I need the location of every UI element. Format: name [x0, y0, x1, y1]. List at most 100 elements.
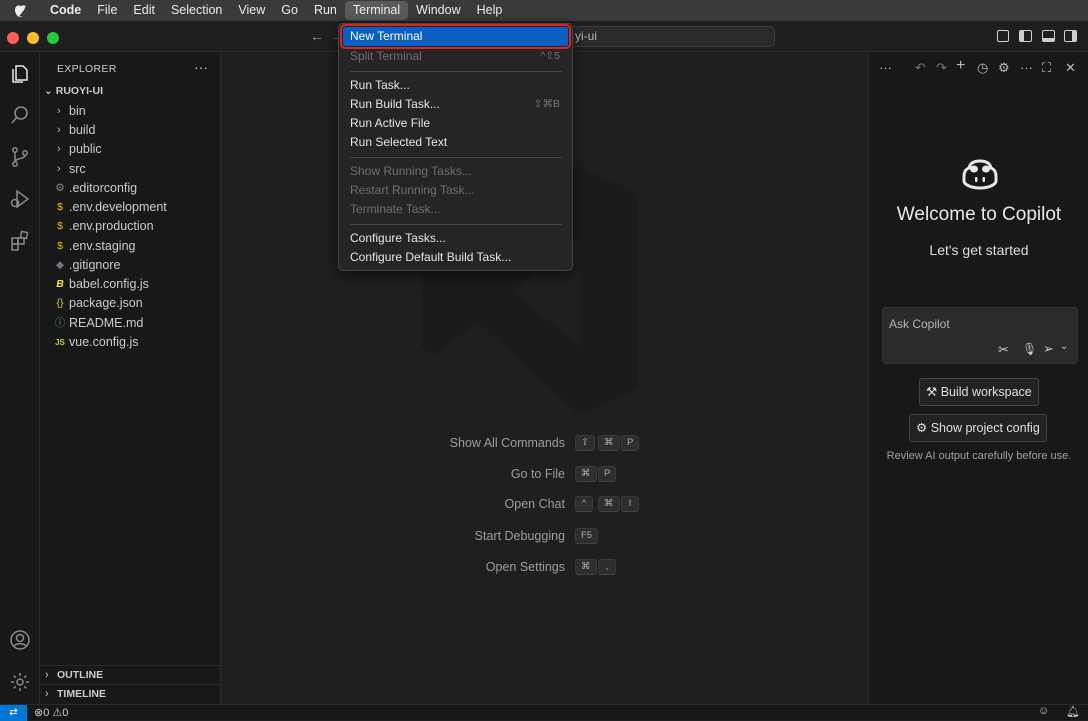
menu-item-show-running-tasks[interactable]: Show Running Tasks...	[343, 162, 568, 181]
review-notice: Review AI output carefully before use.	[886, 450, 1072, 462]
extensions-icon[interactable]	[7, 228, 33, 254]
file-item[interactable]: ◆ .gitignore	[40, 256, 220, 275]
menu-separator	[350, 71, 562, 72]
terminal-menu-dropdown: New Terminal Split Terminal ^⇧5 Run Task.…	[338, 23, 573, 271]
settings-gear-icon[interactable]: ⚙	[998, 60, 1010, 76]
hint-open-chat: Open Chat ^ ⌘ I	[221, 496, 868, 513]
dollar-icon: $	[57, 220, 63, 232]
problems-indicator[interactable]: ⊗0 ⚠0	[34, 706, 68, 719]
menu-item-new-terminal[interactable]: New Terminal	[340, 24, 571, 49]
workspace-root[interactable]: ⌄ RUOYI-UI	[44, 85, 103, 97]
toggle-panel-icon[interactable]	[1042, 30, 1055, 42]
chat-input-placeholder: Ask Copilot	[889, 317, 950, 331]
braces-icon: {}	[56, 297, 64, 309]
close-window-button[interactable]	[7, 32, 19, 44]
hint-go-to-file: Go to File ⌘ P	[221, 466, 868, 483]
file-item[interactable]: ⚙ .editorconfig	[40, 179, 220, 198]
send-icon[interactable]: ➢	[1043, 341, 1054, 357]
file-item[interactable]: {} package.json	[40, 294, 220, 313]
source-control-icon[interactable]	[7, 144, 33, 170]
toggle-secondary-sidebar-icon[interactable]	[1064, 30, 1077, 42]
explorer-icon[interactable]	[7, 61, 33, 87]
history-icon[interactable]: ◷	[977, 60, 988, 76]
menu-go[interactable]: Go	[273, 0, 306, 21]
menu-window[interactable]: Window	[408, 0, 468, 21]
menu-terminal[interactable]: Terminal	[344, 1, 409, 20]
show-project-config-button[interactable]: ⚙ Show project config	[909, 414, 1047, 442]
file-item[interactable]: $ .env.production	[40, 217, 220, 236]
zoom-window-button[interactable]	[47, 32, 59, 44]
warning-icon: ⚠	[52, 707, 63, 719]
more-actions-icon[interactable]: ···	[194, 59, 208, 75]
command-center-search[interactable]: yi-ui	[566, 26, 775, 47]
chevron-right-icon: ›	[57, 124, 61, 136]
menu-help[interactable]: Help	[469, 0, 511, 21]
apple-icon[interactable]	[0, 2, 42, 20]
menu-item-restart-running-task[interactable]: Restart Running Task...	[343, 181, 568, 200]
folder-item[interactable]: › build	[40, 121, 220, 140]
accounts-icon[interactable]	[7, 627, 33, 653]
menu-item-terminate-task[interactable]: Terminate Task...	[343, 200, 568, 219]
undo-icon[interactable]: ↶	[915, 60, 926, 76]
copilot-welcome-title: Welcome to Copilot	[896, 204, 1062, 225]
menu-item-configure-tasks[interactable]: Configure Tasks...	[343, 229, 568, 248]
chevron-down-icon: ⌄	[44, 85, 53, 97]
menu-item-run-active-file[interactable]: Run Active File	[343, 114, 568, 133]
more-actions-icon[interactable]: ···	[879, 60, 892, 75]
manage-gear-icon[interactable]	[7, 669, 33, 695]
folder-item[interactable]: › src	[40, 160, 220, 179]
copilot-status-icon[interactable]: ☺	[1038, 705, 1049, 717]
remote-indicator-icon[interactable]: ⇄	[0, 705, 27, 721]
diamond-icon: ◆	[55, 259, 65, 271]
status-bar: ⇄ ⊗0 ⚠0 ☺ 🔔︎	[0, 704, 1088, 721]
timeline-section[interactable]: › TIMELINE	[40, 684, 220, 703]
redo-icon[interactable]: ↷	[936, 60, 947, 76]
file-item[interactable]: Bbabel.config.js	[40, 275, 220, 294]
file-item[interactable]: $ .env.development	[40, 198, 220, 217]
run-debug-icon[interactable]	[7, 186, 33, 212]
menu-item-run-task[interactable]: Run Task...	[343, 76, 568, 95]
file-item[interactable]: $ .env.staging	[40, 237, 220, 256]
toggle-sidebar-icon[interactable]	[1019, 30, 1032, 42]
copilot-chat-panel: ··· ↶ ↷ + ◷ ⚙ ··· ⛶ ✕ Welcome to Copilot…	[868, 52, 1088, 704]
chevron-right-icon: ›	[57, 105, 61, 117]
macos-menubar: Code File Edit Selection View Go Run Ter…	[0, 0, 1088, 21]
new-chat-plus-icon[interactable]: +	[956, 57, 965, 75]
folder-item[interactable]: › bin	[40, 102, 220, 121]
menu-file[interactable]: File	[89, 0, 125, 21]
outline-section[interactable]: › OUTLINE	[40, 665, 220, 684]
menu-app-name[interactable]: Code	[42, 0, 89, 21]
chevron-right-icon: ›	[57, 163, 61, 175]
tools-icon[interactable]: ✂	[998, 342, 1009, 358]
back-arrow-icon[interactable]: ←	[310, 28, 324, 44]
chevron-right-icon: ›	[45, 669, 49, 681]
menu-view[interactable]: View	[230, 0, 273, 21]
menu-item-split-terminal[interactable]: Split Terminal ^⇧5	[343, 47, 568, 66]
notifications-bell-icon[interactable]: 🔔︎	[1066, 705, 1080, 718]
chevron-down-icon[interactable]: ⌄	[1060, 341, 1068, 352]
close-icon[interactable]: ✕	[1065, 60, 1076, 76]
hint-start-debugging: Start Debugging F5	[221, 528, 868, 545]
menu-item-configure-default-build-task[interactable]: Configure Default Build Task...	[343, 248, 568, 267]
activity-bar	[0, 52, 40, 704]
search-icon[interactable]	[7, 102, 33, 128]
more-actions-icon[interactable]: ···	[1020, 60, 1033, 75]
menu-item-run-selected-text[interactable]: Run Selected Text	[343, 133, 568, 152]
microphone-icon[interactable]: 🎙︎	[1022, 342, 1037, 356]
maximize-icon[interactable]: ⛶	[1042, 60, 1051, 76]
menu-separator	[350, 224, 562, 225]
explorer-header: EXPLORER	[57, 63, 117, 75]
build-workspace-button[interactable]: ⚒ Build workspace	[919, 378, 1039, 406]
customize-layout-icon[interactable]	[997, 30, 1009, 42]
folder-item[interactable]: › public	[40, 140, 220, 159]
minimize-window-button[interactable]	[27, 32, 39, 44]
file-item[interactable]: ⓘ README.md	[40, 314, 220, 333]
menu-selection[interactable]: Selection	[163, 0, 230, 21]
menu-edit[interactable]: Edit	[125, 0, 163, 21]
file-item[interactable]: JS vue.config.js	[40, 333, 220, 352]
copilot-chat-input[interactable]: Ask Copilot ✂ 🎙︎ ➢ ⌄	[882, 307, 1078, 364]
menu-item-run-build-task[interactable]: Run Build Task... ⇧⌘B	[343, 95, 568, 114]
chevron-right-icon: ›	[57, 143, 61, 155]
gear-icon: ⚙	[916, 421, 928, 435]
menu-run[interactable]: Run	[306, 0, 345, 21]
